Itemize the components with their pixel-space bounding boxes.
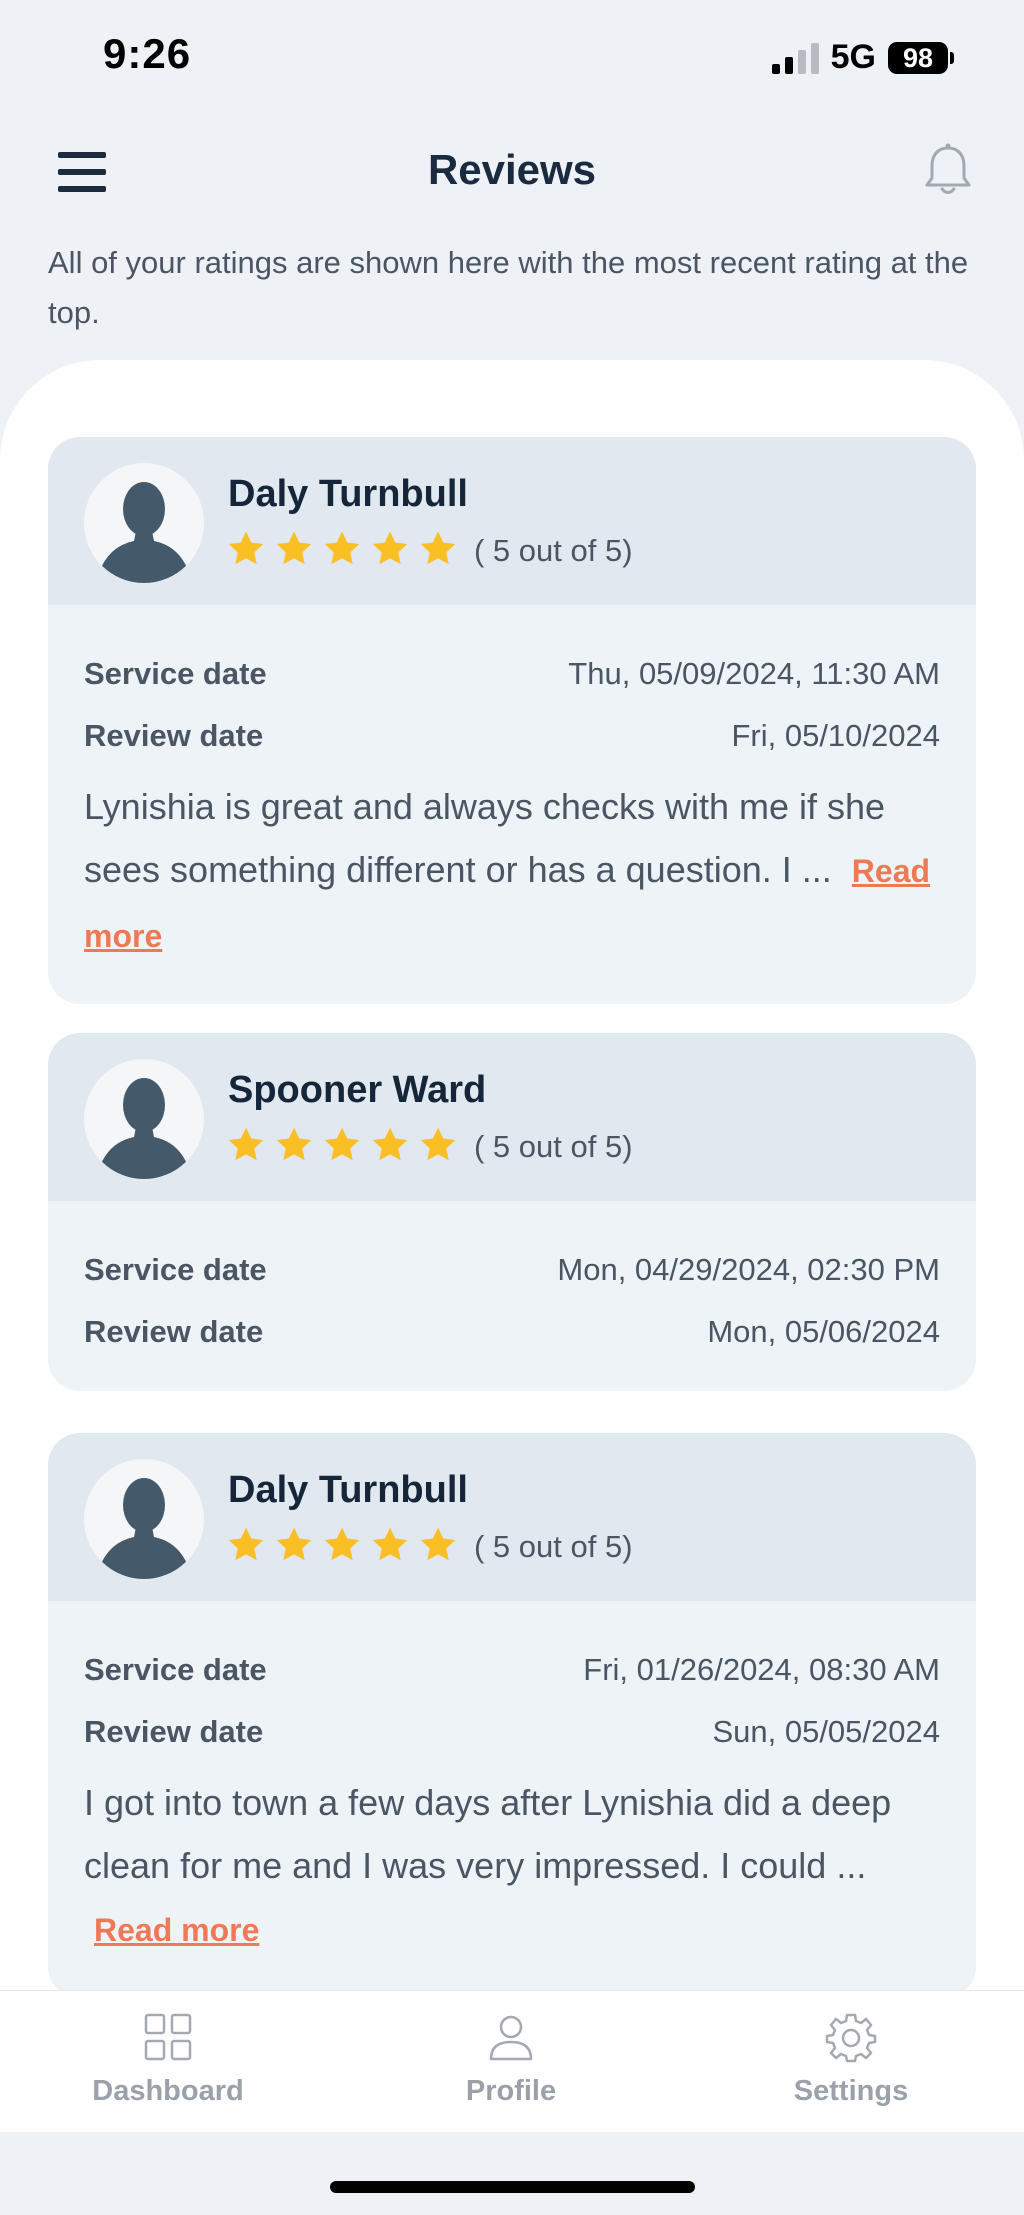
avatar	[84, 463, 204, 583]
star-icon	[420, 531, 456, 565]
person-silhouette-icon	[96, 1478, 192, 1579]
battery-icon: 98	[888, 41, 954, 74]
nav-label-profile: Profile	[465, 2075, 557, 2107]
avatar	[84, 1459, 204, 1579]
status-time: 9:26	[103, 30, 192, 77]
network-type: 5G	[830, 38, 876, 76]
review-date-row: Review date Fri, 05/10/2024	[84, 705, 940, 767]
review-card-body: Service date Fri, 01/26/2024, 08:30 AM R…	[48, 1601, 976, 1998]
review-excerpt: Lynishia is great and always checks with…	[84, 786, 886, 890]
star-icon	[420, 1127, 456, 1161]
person-icon	[489, 2015, 533, 2061]
star-icon	[372, 1527, 408, 1561]
app-header: Reviews	[0, 128, 1024, 224]
star-icon	[324, 1127, 360, 1161]
grid-icon	[144, 2013, 192, 2061]
reviewer-name: Spooner Ward	[228, 1069, 487, 1111]
rating-text: ( 5 out of 5)	[474, 1129, 633, 1164]
person-silhouette-icon	[96, 482, 192, 583]
star-icon	[228, 1527, 264, 1561]
review-text: I got into town a few days after Lynishi…	[84, 1771, 940, 1962]
service-date-value: Mon, 04/29/2024, 02:30 PM	[557, 1252, 940, 1287]
service-date-value: Thu, 05/09/2024, 11:30 AM	[568, 656, 940, 691]
review-card-body: Service date Thu, 05/09/2024, 11:30 AM R…	[48, 605, 976, 1004]
service-date-label: Service date	[84, 1252, 267, 1287]
review-card: Spooner Ward ( 5 out of 5) Service date …	[48, 1033, 976, 1391]
star-icon	[372, 531, 408, 565]
rating-text: ( 5 out of 5)	[474, 1529, 633, 1564]
review-date-value: Sun, 05/05/2024	[712, 1714, 940, 1749]
service-date-row: Service date Fri, 01/26/2024, 08:30 AM	[84, 1639, 940, 1701]
star-icon	[324, 531, 360, 565]
star-icon	[228, 1127, 264, 1161]
status-indicators: 5G 98	[771, 38, 954, 77]
star-icon	[276, 1127, 312, 1161]
review-card-header: Daly Turnbull ( 5 out of 5)	[48, 437, 976, 605]
star-icon	[276, 1527, 312, 1561]
service-date-label: Service date	[84, 1652, 267, 1687]
page-description: All of your ratings are shown here with …	[48, 245, 969, 330]
review-excerpt: I got into town a few days after Lynishi…	[84, 1782, 892, 1886]
star-icon	[324, 1527, 360, 1561]
bell-icon[interactable]	[922, 142, 974, 198]
review-date-row: Review date Mon, 05/06/2024	[84, 1301, 940, 1363]
read-more-link[interactable]: Read more	[94, 1912, 259, 1948]
review-card: Daly Turnbull ( 5 out of 5) Service date…	[48, 1433, 976, 1998]
review-date-label: Review date	[84, 1714, 264, 1749]
service-date-label: Service date	[84, 656, 267, 691]
nav-label-dashboard: Dashboard	[92, 2075, 244, 2107]
star-rating	[226, 1525, 458, 1565]
reviewer-name: Daly Turnbull	[228, 473, 468, 515]
review-card-header: Spooner Ward ( 5 out of 5)	[48, 1033, 976, 1201]
nav-item-profile[interactable]: Profile	[391, 2011, 631, 2108]
review-card-body: Service date Mon, 04/29/2024, 02:30 PM R…	[48, 1201, 976, 1391]
star-icon	[372, 1127, 408, 1161]
rating-text: ( 5 out of 5)	[474, 533, 633, 568]
reviewer-name: Daly Turnbull	[228, 1469, 468, 1511]
star-icon	[276, 531, 312, 565]
avatar	[84, 1059, 204, 1179]
service-date-row: Service date Thu, 05/09/2024, 11:30 AM	[84, 643, 940, 705]
nav-item-settings[interactable]: Settings	[731, 2011, 971, 2108]
reviews-screen: 9:26 5G 98 Reviews All of your ratings a…	[0, 0, 1024, 2215]
service-date-row: Service date Mon, 04/29/2024, 02:30 PM	[84, 1239, 940, 1301]
star-rating	[226, 1125, 458, 1165]
person-silhouette-icon	[96, 1078, 192, 1179]
bottom-navigation: Dashboard Profile Settings	[0, 1990, 1024, 2132]
star-icon	[228, 531, 264, 565]
review-date-label: Review date	[84, 1314, 264, 1349]
page-title: Reviews	[427, 146, 597, 193]
review-date-row: Review date Sun, 05/05/2024	[84, 1701, 940, 1763]
review-date-label: Review date	[84, 718, 264, 753]
review-text: Lynishia is great and always checks with…	[84, 775, 940, 968]
cellular-signal-icon	[771, 42, 819, 74]
home-indicator[interactable]	[330, 2181, 695, 2193]
review-date-value: Fri, 05/10/2024	[731, 718, 940, 753]
review-date-value: Mon, 05/06/2024	[707, 1314, 940, 1349]
star-rating	[226, 529, 458, 569]
reviews-sheet: Daly Turnbull ( 5 out of 5) Service date…	[0, 360, 1024, 1998]
status-bar: 9:26 5G 98	[0, 0, 1024, 110]
review-card: Daly Turnbull ( 5 out of 5) Service date…	[48, 437, 976, 1004]
nav-label-settings: Settings	[793, 2075, 909, 2107]
battery-level: 98	[888, 41, 948, 74]
gear-icon	[825, 2013, 877, 2063]
review-card-header: Daly Turnbull ( 5 out of 5)	[48, 1433, 976, 1601]
service-date-value: Fri, 01/26/2024, 08:30 AM	[583, 1652, 940, 1687]
star-icon	[420, 1527, 456, 1561]
nav-item-dashboard[interactable]: Dashboard	[48, 2011, 288, 2108]
